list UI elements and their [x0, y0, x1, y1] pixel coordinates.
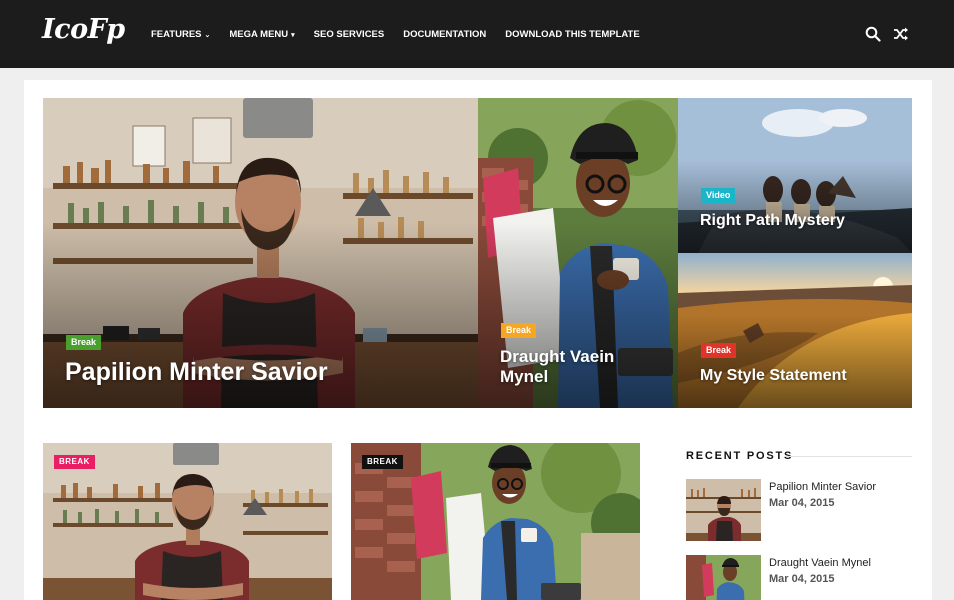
featured-post-1[interactable]: Break Papilion Minter Savior — [43, 98, 478, 408]
top-navigation-bar: IcoFp FEATURES ⌄ MEGA MENU ▾ SEO SERVICES … — [0, 0, 954, 68]
recent-post-title[interactable]: Papilion Minter Savior — [769, 481, 876, 493]
category-badge[interactable]: Video — [701, 188, 736, 203]
site-logo[interactable]: IcoFp — [42, 14, 125, 45]
post-card-2[interactable]: BREAK — [351, 443, 640, 600]
shuffle-icon[interactable] — [893, 26, 909, 42]
search-icon[interactable] — [865, 26, 881, 42]
featured-post-title[interactable]: Papilion Minter Savior — [65, 358, 465, 387]
featured-post-title[interactable]: Right Path Mystery — [700, 212, 905, 230]
nav-item-mega-menu[interactable]: MEGA MENU ▾ — [229, 29, 294, 40]
recent-post-thumbnail[interactable] — [686, 555, 761, 600]
featured-post-title[interactable]: Draught Vaein Mynel — [500, 347, 665, 386]
category-badge[interactable]: BREAK — [362, 455, 403, 469]
featured-post-2[interactable]: Break Draught Vaein Mynel — [478, 98, 678, 408]
recent-post-thumbnail[interactable] — [686, 479, 761, 541]
nav-item-documentation[interactable]: DOCUMENTATION — [403, 29, 486, 40]
chevron-down-icon: ⌄ — [204, 31, 211, 39]
featured-post-3[interactable]: Video Right Path Mystery — [678, 98, 912, 253]
recent-post-item[interactable]: Draught Vaein Mynel Mar 04, 2015 — [686, 555, 912, 600]
main-menu: FEATURES ⌄ MEGA MENU ▾ SEO SERVICES DOCUME… — [151, 0, 659, 68]
category-badge[interactable]: BREAK — [54, 455, 95, 469]
nav-item-download-template[interactable]: DOWNLOAD THIS TEMPLATE — [505, 29, 639, 40]
category-badge[interactable]: Break — [66, 335, 102, 350]
recent-post-title[interactable]: Draught Vaein Mynel — [769, 557, 871, 569]
thumbnail-image-barista — [686, 479, 761, 541]
post-card-1[interactable]: BREAK — [43, 443, 332, 600]
recent-post-date: Mar 04, 2015 — [769, 497, 835, 509]
nav-item-features[interactable]: FEATURES ⌄ — [151, 29, 210, 40]
recent-post-item[interactable]: Papilion Minter Savior Mar 04, 2015 — [686, 479, 912, 541]
recent-posts-heading: RECENT POSTS — [686, 450, 794, 462]
nav-item-seo-services[interactable]: SEO SERVICES — [314, 29, 385, 40]
category-badge[interactable]: Break — [501, 323, 537, 338]
heading-divider — [784, 456, 912, 457]
featured-post-title[interactable]: My Style Statement — [700, 367, 905, 385]
featured-post-4[interactable]: Break My Style Statement — [678, 253, 912, 408]
recent-post-date: Mar 04, 2015 — [769, 573, 835, 585]
caret-down-icon: ▾ — [291, 31, 295, 39]
thumbnail-image-coffee — [686, 555, 761, 600]
category-badge[interactable]: Break — [701, 343, 737, 358]
